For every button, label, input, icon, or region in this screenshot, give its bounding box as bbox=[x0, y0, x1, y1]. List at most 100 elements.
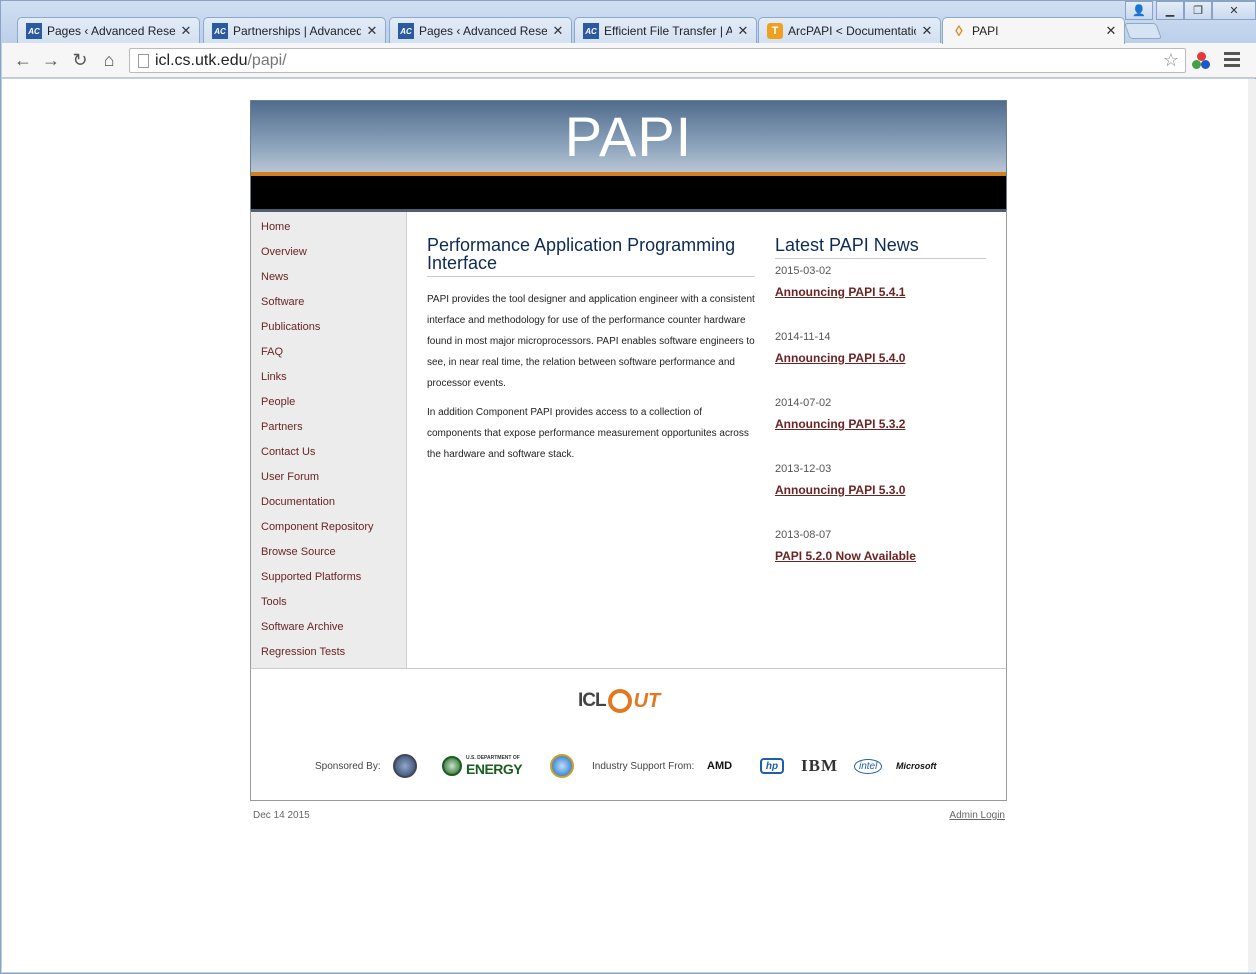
page-bottom-row: Dec 14 2015 Admin Login bbox=[250, 801, 1007, 831]
nav-links[interactable]: Links bbox=[251, 368, 406, 393]
window-controls: 👤 bbox=[1125, 1, 1153, 20]
main-content: Performance Application Programming Inte… bbox=[407, 210, 775, 668]
nav-software[interactable]: Software bbox=[251, 293, 406, 318]
ac-icon: AC bbox=[26, 23, 42, 39]
tab-pages-2[interactable]: AC Pages ‹ Advanced Research ✕ bbox=[389, 17, 572, 44]
tab-papi[interactable]: ◊ PAPI ✕ bbox=[942, 17, 1125, 44]
news-heading: Latest PAPI News bbox=[775, 236, 986, 259]
close-icon[interactable]: ✕ bbox=[551, 23, 565, 39]
industry-support-label: Industry Support From: bbox=[592, 760, 695, 772]
back-icon[interactable]: ← bbox=[12, 49, 34, 71]
browser-toolbar: ← → ↻ ⌂ icl.cs.utk.edu/papi/ ☆ bbox=[2, 43, 1256, 78]
browser-window: AC Pages ‹ Advanced Research ✕ AC Partne… bbox=[0, 0, 1256, 974]
component-paragraph: In addition Component PAPI provides acce… bbox=[427, 407, 749, 460]
icl-ut-logo[interactable]: ICL UT bbox=[578, 681, 678, 721]
page-viewport: PAPI Home Overview News Software Publica… bbox=[2, 79, 1256, 972]
news-item: 2014-11-14 Announcing PAPI 5.4.0 bbox=[775, 331, 1005, 391]
menu-icon[interactable] bbox=[1224, 52, 1240, 70]
nav-home[interactable]: Home bbox=[251, 218, 406, 243]
home-icon[interactable]: ⌂ bbox=[98, 49, 120, 71]
nav-contact-us[interactable]: Contact Us bbox=[251, 443, 406, 468]
nav-faq[interactable]: FAQ bbox=[251, 343, 406, 368]
news-date: 2013-08-07 bbox=[775, 529, 832, 541]
maximize-icon[interactable]: ❐ bbox=[1184, 1, 1212, 20]
microsoft-logo[interactable]: Microsoft bbox=[896, 751, 937, 781]
nav-people[interactable]: People bbox=[251, 393, 406, 418]
ibm-logo[interactable]: IBM bbox=[801, 751, 838, 781]
news-panel: Latest PAPI News 2015-03-02 Announcing P… bbox=[775, 210, 1005, 668]
close-icon[interactable]: ✕ bbox=[920, 23, 934, 39]
ac-icon: AC bbox=[212, 23, 228, 39]
tab-title: Efficient File Transfer | Adv bbox=[604, 24, 732, 38]
reload-icon[interactable]: ↻ bbox=[69, 49, 91, 71]
content-area: Home Overview News Software Publications… bbox=[250, 210, 1007, 668]
icl-logo-text: ICL bbox=[578, 690, 607, 711]
intel-logo[interactable]: intel bbox=[854, 751, 883, 781]
icl-ring-icon bbox=[607, 689, 632, 713]
tab-file-transfer[interactable]: AC Efficient File Transfer | Adv ✕ bbox=[574, 17, 757, 44]
news-item: 2014-07-02 Announcing PAPI 5.3.2 bbox=[775, 397, 1005, 457]
admin-login-link[interactable]: Admin Login bbox=[949, 810, 1005, 821]
close-icon[interactable]: ✕ bbox=[365, 23, 379, 39]
news-date: 2013-12-03 bbox=[775, 463, 832, 475]
bookmark-star-icon[interactable]: ☆ bbox=[1163, 50, 1179, 71]
nav-supported-platforms[interactable]: Supported Platforms bbox=[251, 568, 406, 593]
papi-icon: ◊ bbox=[955, 22, 963, 40]
tab-title: Partnerships | Advanced Re bbox=[233, 24, 361, 38]
news-link[interactable]: Announcing PAPI 5.4.0 bbox=[775, 351, 1005, 365]
news-link[interactable]: Announcing PAPI 5.3.2 bbox=[775, 417, 1005, 431]
nav-partners[interactable]: Partners bbox=[251, 418, 406, 443]
user-icon[interactable]: 👤 bbox=[1125, 1, 1153, 20]
close-icon[interactable]: ✕ bbox=[1104, 23, 1118, 39]
tab-title: Pages ‹ Advanced Research bbox=[47, 24, 175, 38]
address-bar[interactable]: icl.cs.utk.edu/papi/ ☆ bbox=[129, 48, 1186, 73]
news-date: 2014-11-14 bbox=[775, 331, 831, 343]
new-tab-button[interactable] bbox=[1124, 23, 1162, 39]
nav-tools[interactable]: Tools bbox=[251, 593, 406, 618]
tab-partnerships[interactable]: AC Partnerships | Advanced Re ✕ bbox=[203, 17, 386, 44]
nav-browse-source[interactable]: Browse Source bbox=[251, 543, 406, 568]
doe-energy-logo[interactable]: U.S. DEPARTMENT OF ENERGY bbox=[442, 751, 523, 781]
nav-news[interactable]: News bbox=[251, 268, 406, 293]
vertical-scrollbar[interactable] bbox=[1248, 79, 1256, 972]
sponsored-by-label: Sponsored By: bbox=[315, 760, 381, 772]
news-link[interactable]: PAPI 5.2.0 Now Available bbox=[775, 549, 1005, 563]
nav-user-forum[interactable]: User Forum bbox=[251, 468, 406, 493]
intro-paragraph: PAPI provides the tool designer and appl… bbox=[427, 294, 755, 389]
hp-text: hp bbox=[760, 758, 784, 774]
site-banner: PAPI bbox=[250, 100, 1007, 212]
tab-title: PAPI bbox=[972, 24, 999, 38]
ibm-text: IBM bbox=[801, 756, 838, 775]
minimize-icon[interactable]: ▁ bbox=[1156, 1, 1184, 20]
extension-icon[interactable] bbox=[1192, 52, 1212, 70]
news-link[interactable]: Announcing PAPI 5.4.1 bbox=[775, 285, 1005, 299]
nav-regression-tests[interactable]: Regression Tests bbox=[251, 643, 406, 668]
close-icon[interactable]: ✕ bbox=[179, 23, 193, 39]
sidebar-nav: Home Overview News Software Publications… bbox=[251, 210, 407, 668]
news-item: 2013-08-07 PAPI 5.2.0 Now Available bbox=[775, 529, 1005, 589]
nav-software-archive[interactable]: Software Archive bbox=[251, 618, 406, 643]
tab-title: ArcPAPI < Documentation bbox=[788, 24, 916, 38]
hp-logo[interactable]: hp bbox=[760, 751, 784, 781]
window-controls-right: ▁ ❐ ✕ bbox=[1156, 1, 1256, 20]
intel-text: intel bbox=[854, 758, 883, 774]
forward-icon[interactable]: → bbox=[40, 49, 62, 71]
tab-arcpapi[interactable]: T ArcPAPI < Documentation ✕ bbox=[758, 17, 941, 44]
url-path: /papi/ bbox=[247, 51, 287, 69]
ac-icon: AC bbox=[583, 23, 599, 39]
ut-logo-text: UT bbox=[633, 689, 661, 712]
ac-icon: AC bbox=[398, 23, 414, 39]
nav-publications[interactable]: Publications bbox=[251, 318, 406, 343]
window-close-icon[interactable]: ✕ bbox=[1212, 1, 1256, 20]
microsoft-text: Microsoft bbox=[896, 761, 937, 771]
nav-documentation[interactable]: Documentation bbox=[251, 493, 406, 518]
tab-pages-1[interactable]: AC Pages ‹ Advanced Research ✕ bbox=[17, 17, 200, 44]
nav-component-repository[interactable]: Component Repository bbox=[251, 518, 406, 543]
news-link[interactable]: Announcing PAPI 5.3.0 bbox=[775, 483, 1005, 497]
dod-seal-icon[interactable] bbox=[393, 751, 417, 781]
amd-logo[interactable]: AMD bbox=[707, 751, 732, 781]
news-date: 2015-03-02 bbox=[775, 265, 832, 277]
nsf-seal-icon[interactable] bbox=[550, 751, 574, 781]
nav-overview[interactable]: Overview bbox=[251, 243, 406, 268]
close-icon[interactable]: ✕ bbox=[736, 23, 750, 39]
